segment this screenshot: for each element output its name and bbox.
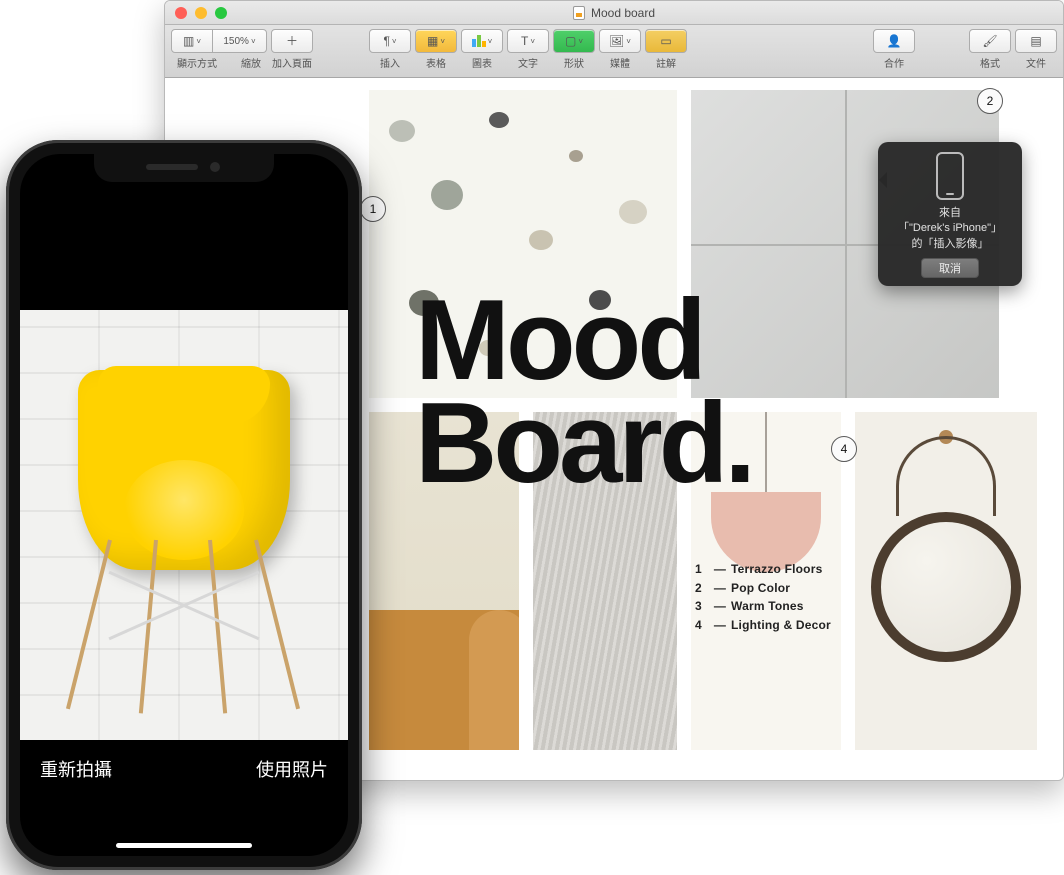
iphone-outline-icon <box>936 152 964 200</box>
text-icon: T <box>521 35 528 47</box>
person-add-icon: 👤 <box>887 35 902 47</box>
cancel-button[interactable]: 取消 <box>921 258 979 278</box>
paragraph-icon: ¶ <box>383 35 389 47</box>
retake-button[interactable]: 重新拍攝 <box>40 756 112 782</box>
chart-button[interactable]: ˅ <box>461 29 503 53</box>
view-button[interactable]: ▥˅ <box>171 29 213 53</box>
legend-row: 2—Pop Color <box>695 579 831 598</box>
chart-label: 圖表 <box>472 55 492 70</box>
format-label: 格式 <box>980 55 1000 70</box>
view-label: 顯示方式 <box>177 55 217 70</box>
iphone-device: 重新拍攝 使用照片 <box>6 140 362 870</box>
view-mode-icon: ▥ <box>183 35 194 47</box>
iphone-notch <box>94 154 274 182</box>
window-controls <box>165 7 227 19</box>
zoom-select[interactable]: 150%˅ <box>213 29 267 53</box>
paintbrush-icon: 🖌 <box>982 35 997 47</box>
continuity-camera-popover: 來自「"Derek's iPhone"」的「插入影像」 取消 <box>878 142 1022 286</box>
shape-icon: ▢ <box>565 35 576 47</box>
media-group: 🖼˅ 媒體 <box>599 29 641 70</box>
legend-row: 1—Terrazzo Floors <box>695 560 831 579</box>
table-group: ▦˅ 表格 <box>415 29 457 70</box>
format-button[interactable]: 🖌 <box>969 29 1011 53</box>
view-group: ▥˅ 150%˅ 顯示方式 縮放 <box>171 29 267 70</box>
media-button[interactable]: 🖼˅ <box>599 29 641 53</box>
legend-row: 3—Warm Tones <box>695 597 831 616</box>
add-page-label: 加入頁面 <box>272 55 312 70</box>
legend-row: 4—Lighting & Decor <box>695 616 831 635</box>
document-icon <box>573 6 585 20</box>
callout-step-4: 4 <box>831 436 857 462</box>
media-label: 媒體 <box>610 55 630 70</box>
minimize-icon[interactable] <box>195 7 207 19</box>
comment-group: ▭ 註解 <box>645 29 687 70</box>
shape-label: 形狀 <box>564 55 584 70</box>
photo-subject-chair <box>64 350 304 710</box>
insert-label: 插入 <box>380 55 400 70</box>
collab-label: 合作 <box>884 55 904 70</box>
insert-group: ¶˅ 插入 <box>369 29 411 70</box>
text-button[interactable]: T˅ <box>507 29 549 53</box>
collab-group: 👤 合作 <box>873 29 915 70</box>
add-page-group: ＋ 加入頁面 <box>271 29 313 70</box>
camera-bottom-bar: 重新拍攝 使用照片 <box>20 738 348 856</box>
comment-icon: ▭ <box>660 35 671 47</box>
window-title-label: Mood board <box>591 6 655 20</box>
camera-preview <box>20 310 348 740</box>
plus-icon: ＋ <box>286 35 298 47</box>
table-label: 表格 <box>426 55 446 70</box>
chart-icon <box>472 35 486 47</box>
table-icon: ▦ <box>427 35 438 47</box>
add-page-button[interactable]: ＋ <box>271 29 313 53</box>
popover-message: 來自「"Derek's iPhone"」的「插入影像」 <box>886 206 1014 252</box>
window-title: Mood board <box>573 6 655 20</box>
zoom-icon[interactable] <box>215 7 227 19</box>
close-icon[interactable] <box>175 7 187 19</box>
callout-step-2: 2 <box>977 88 1003 114</box>
chart-group: ˅ 圖表 <box>461 29 503 70</box>
comment-label: 註解 <box>656 55 676 70</box>
text-group: T˅ 文字 <box>507 29 549 70</box>
table-button[interactable]: ▦˅ <box>415 29 457 53</box>
image-mirror[interactable] <box>855 412 1037 750</box>
home-indicator[interactable] <box>116 843 252 848</box>
toolbar: ▥˅ 150%˅ 顯示方式 縮放 ＋ 加入頁面 ¶˅ 插入 ▦˅ 表格 ˅ 圖表… <box>165 25 1063 78</box>
shape-group: ▢˅ 形狀 <box>553 29 595 70</box>
use-photo-button[interactable]: 使用照片 <box>256 756 328 782</box>
comment-button[interactable]: ▭ <box>645 29 687 53</box>
shape-button[interactable]: ▢˅ <box>553 29 595 53</box>
document-panel-icon: ▤ <box>1030 35 1041 47</box>
callout-step-1: 1 <box>360 196 386 222</box>
window-titlebar[interactable]: Mood board <box>165 1 1063 25</box>
zoom-value: 150% <box>223 36 249 47</box>
legend[interactable]: 1—Terrazzo Floors 2—Pop Color 3—Warm Ton… <box>695 560 831 634</box>
format-group: 🖌 格式 <box>969 29 1011 70</box>
headline-text[interactable]: Mood Board. <box>415 290 752 495</box>
insert-button[interactable]: ¶˅ <box>369 29 411 53</box>
document-button[interactable]: ▤ <box>1015 29 1057 53</box>
media-icon: 🖼 <box>609 35 624 47</box>
document-label: 文件 <box>1026 55 1046 70</box>
collaborate-button[interactable]: 👤 <box>873 29 915 53</box>
zoom-label: 縮放 <box>241 55 261 70</box>
text-label: 文字 <box>518 55 538 70</box>
document-group: ▤ 文件 <box>1015 29 1057 70</box>
iphone-screen: 重新拍攝 使用照片 <box>20 154 348 856</box>
